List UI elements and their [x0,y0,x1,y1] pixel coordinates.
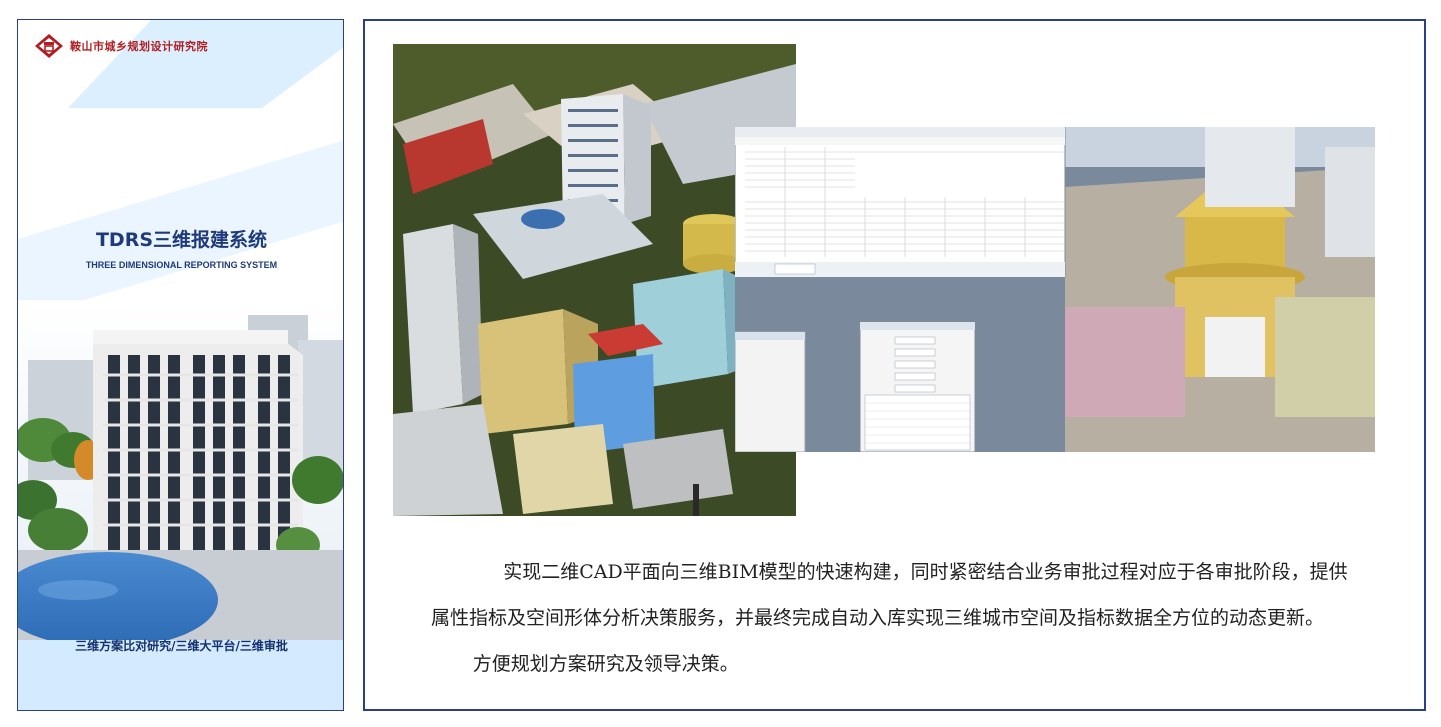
org-logo-icon [34,33,64,59]
description-paragraph: 实现二维CAD平面向三维BIM模型的快速构建，同时紧密结合业务审批过程对应于各审… [431,561,1348,629]
description-paragraph: 方便规划方案研究及领导决策。 [472,653,739,675]
content-panel: 实现二维CAD平面向三维BIM模型的快速构建，同时紧密结合业务审批过程对应于各审… [363,19,1426,711]
promo-panel: 鞍山市城乡规划设计研究院 TDRS三维报建系统 THREE DIMENSIONA… [17,19,344,711]
org-name: 鞍山市城乡规划设计研究院 [70,40,208,53]
system-title: TDRS三维报建系统 [95,229,268,251]
software-screenshot [735,127,1375,452]
description-text: 实现二维CAD平面向三维BIM模型的快速构建，同时紧密结合业务审批过程对应于各审… [431,549,1361,687]
org-header: 鞍山市城乡规划设计研究院 [34,33,208,59]
system-subtitle: THREE DIMENSIONAL REPORTING SYSTEM [85,260,278,270]
system-tagline: 三维方案比对研究/三维大平台/三维审批 [75,639,288,653]
city-render-image [18,300,343,640]
